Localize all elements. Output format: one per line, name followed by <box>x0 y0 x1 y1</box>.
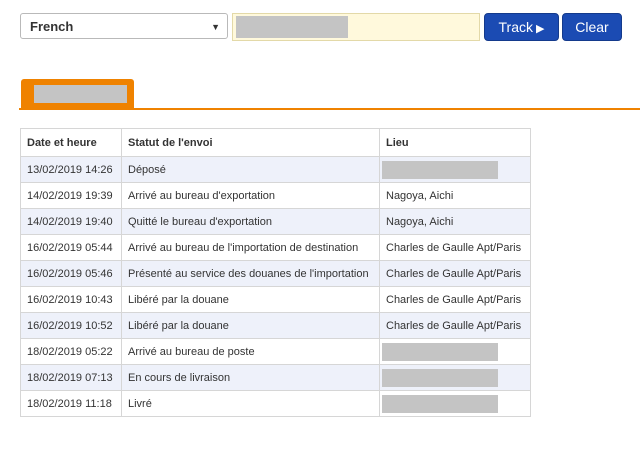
table-row: 16/02/2019 05:44 Arrivé au bureau de l'im… <box>20 234 531 261</box>
header-status: Statut de l'envoi <box>121 128 380 157</box>
cell-place: Nagoya, Aichi <box>379 208 531 235</box>
cell-place: Charles de Gaulle Apt/Paris <box>379 312 531 339</box>
cell-place: Charles de Gaulle Apt/Paris <box>379 260 531 287</box>
redacted-place <box>382 342 498 361</box>
cell-place: Charles de Gaulle Apt/Paris <box>379 234 531 261</box>
cell-date: 16/02/2019 10:43 <box>20 286 122 313</box>
cell-place <box>379 156 531 183</box>
table-row: 18/02/2019 05:22 Arrivé au bureau de post… <box>20 338 531 365</box>
table-row: 14/02/2019 19:40 Quitté le bureau d'expor… <box>20 208 531 235</box>
cell-place: Charles de Gaulle Apt/Paris <box>379 286 531 313</box>
cell-place <box>379 364 531 391</box>
redacted-tab-label <box>34 85 127 103</box>
table-row: 18/02/2019 11:18 Livré <box>20 390 531 417</box>
cell-date: 14/02/2019 19:39 <box>20 182 122 209</box>
tracking-result-tab[interactable] <box>21 79 134 109</box>
cell-status: Déposé <box>121 156 380 183</box>
cell-status: Présenté au service des douanes de l'imp… <box>121 260 380 287</box>
cell-place <box>379 338 531 365</box>
cell-status: Quitté le bureau d'exportation <box>121 208 380 235</box>
language-select[interactable]: French ▼ <box>20 13 228 39</box>
cell-status: Libéré par la douane <box>121 312 380 339</box>
table-row: 16/02/2019 05:46 Présenté au service des … <box>20 260 531 287</box>
chevron-down-icon: ▼ <box>211 22 220 32</box>
table-header-row: Date et heure Statut de l'envoi Lieu <box>20 128 531 157</box>
play-icon: ▶ <box>536 23 545 35</box>
table-row: 16/02/2019 10:43 Libéré par la douane Char… <box>20 286 531 313</box>
redacted-place <box>382 368 498 387</box>
redacted-place <box>382 160 498 179</box>
cell-status: En cours de livraison <box>121 364 380 391</box>
cell-status: Arrivé au bureau d'exportation <box>121 182 380 209</box>
cell-date: 18/02/2019 11:18 <box>20 390 122 417</box>
cell-status: Livré <box>121 390 380 417</box>
cell-status: Arrivé au bureau de l'importation de des… <box>121 234 380 261</box>
header-place: Lieu <box>379 128 531 157</box>
cell-status: Libéré par la douane <box>121 286 380 313</box>
cell-date: 16/02/2019 05:44 <box>20 234 122 261</box>
track-button[interactable]: Track ▶ <box>484 13 559 41</box>
table-row: 13/02/2019 14:26 Déposé <box>20 156 531 183</box>
tracking-number-input[interactable] <box>232 13 480 41</box>
language-select-value: French <box>30 19 74 34</box>
cell-date: 16/02/2019 10:52 <box>20 312 122 339</box>
table-row: 16/02/2019 10:52 Libéré par la douane Char… <box>20 312 531 339</box>
cell-status: Arrivé au bureau de poste <box>121 338 380 365</box>
cell-date: 18/02/2019 07:13 <box>20 364 122 391</box>
cell-date: 16/02/2019 05:46 <box>20 260 122 287</box>
table-row: 14/02/2019 19:39 Arrivé au bureau d'expor… <box>20 182 531 209</box>
clear-button[interactable]: Clear <box>562 13 622 41</box>
redacted-tracking-number <box>236 16 348 38</box>
tracking-events-table: Date et heure Statut de l'envoi Lieu 13/… <box>20 128 531 417</box>
header-date: Date et heure <box>20 128 122 157</box>
redacted-place <box>382 394 498 413</box>
track-button-label: Track <box>498 19 533 35</box>
cell-date: 18/02/2019 05:22 <box>20 338 122 365</box>
table-row: 18/02/2019 07:13 En cours de livraison <box>20 364 531 391</box>
cell-date: 13/02/2019 14:26 <box>20 156 122 183</box>
cell-date: 14/02/2019 19:40 <box>20 208 122 235</box>
cell-place <box>379 390 531 417</box>
clear-button-label: Clear <box>575 19 609 35</box>
cell-place: Nagoya, Aichi <box>379 182 531 209</box>
tab-divider <box>19 108 640 110</box>
